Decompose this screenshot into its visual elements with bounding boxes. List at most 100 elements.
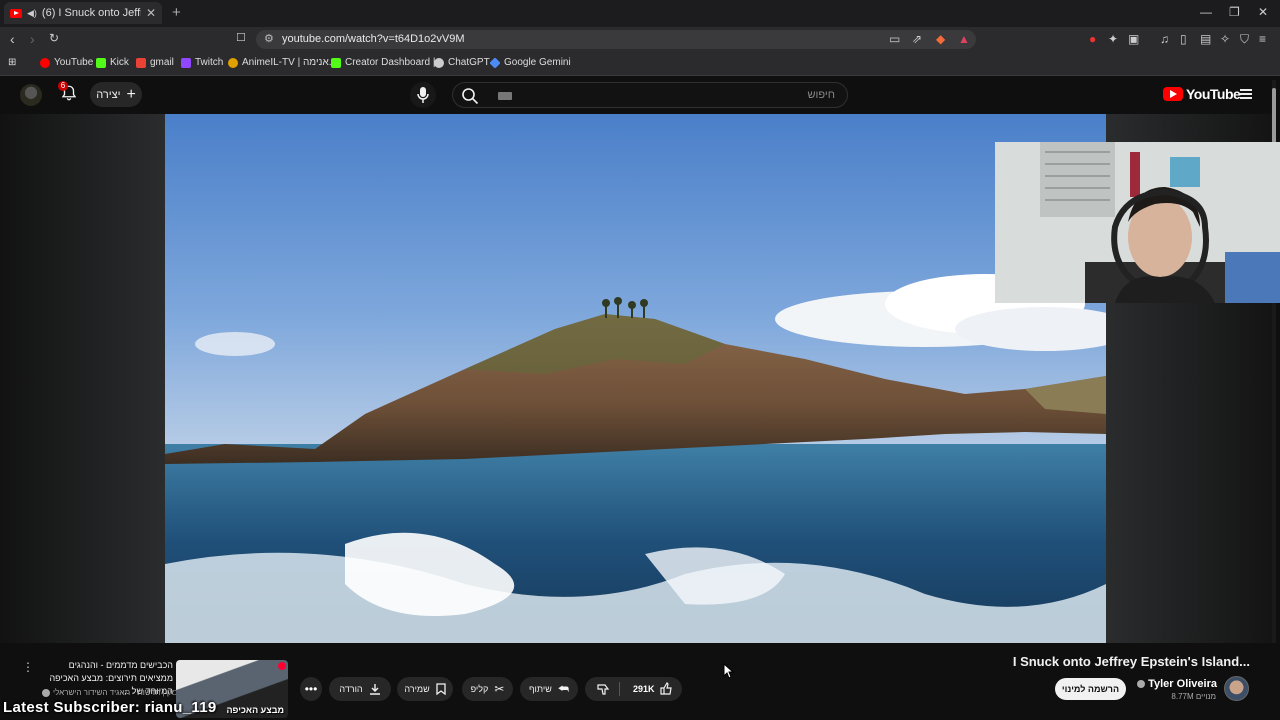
bookmark-kick[interactable]: Kick	[96, 57, 129, 68]
restore-icon[interactable]: ❐	[1229, 5, 1240, 19]
guide-menu-icon[interactable]	[1240, 89, 1252, 99]
more-actions-button[interactable]: •••	[300, 677, 322, 701]
kick-icon	[96, 57, 106, 68]
bookmarks-bar: ⊞ YouTube Kick gmail Twitch AnimeIL-TV |…	[0, 52, 1280, 76]
create-label: יצירה	[96, 88, 121, 101]
bookmark-label: AnimeIL-TV | אנימה...	[242, 57, 337, 68]
voice-search-button[interactable]	[410, 82, 436, 108]
music-icon[interactable]: ♫	[1160, 32, 1169, 46]
like-divider	[619, 682, 620, 696]
create-button[interactable]: יצירה +	[90, 82, 142, 107]
notification-count-badge: 6	[58, 81, 68, 91]
save-button[interactable]: שמירה	[397, 677, 453, 701]
window-close-icon[interactable]: ✕	[1258, 5, 1268, 19]
share-arrow-icon: ⮪	[557, 681, 570, 696]
url-text: youtube.com/watch?v=t64D1o2vV9M	[282, 33, 465, 45]
speaker-icon[interactable]: ◀)	[27, 8, 37, 19]
animeil-icon	[228, 57, 238, 68]
screenshot-icon[interactable]: ▣	[1128, 32, 1139, 46]
like-dislike-group: 291K	[585, 677, 682, 701]
subscriber-count: 8.77M מנויים	[1171, 692, 1216, 701]
verified-icon	[42, 688, 50, 697]
share-label: שיתוף	[528, 684, 552, 694]
bookmark-label: Twitch	[195, 57, 224, 68]
keyboard-icon[interactable]	[498, 92, 512, 100]
vpn-shield-icon[interactable]: ⛉	[1240, 32, 1249, 47]
leo-ai-icon[interactable]: ✧	[1220, 32, 1230, 46]
back-icon[interactable]: ‹	[10, 31, 15, 47]
bookmark-twitch[interactable]: Twitch	[181, 57, 223, 68]
reload-icon[interactable]: ↻	[49, 31, 59, 45]
bookmark-label: Google Gemini	[504, 57, 571, 68]
clip-label: קליפ	[470, 684, 489, 694]
latest-subscriber-overlay: Latest Subscriber: rianu_119	[3, 699, 217, 716]
extension-record-icon[interactable]: ●	[1089, 32, 1096, 46]
more-horiz-icon: •••	[304, 682, 318, 696]
like-count[interactable]: 291K	[633, 684, 655, 694]
bookmark-label: ChatGPT	[448, 57, 490, 68]
dislike-icon[interactable]	[597, 683, 610, 696]
site-info-icon[interactable]: ⚙	[264, 30, 274, 49]
subscribe-button[interactable]: הרשמה למינוי	[1055, 678, 1126, 700]
minimize-icon[interactable]: —	[1200, 5, 1212, 19]
chatgpt-icon	[434, 57, 444, 68]
youtube-play-icon	[1163, 87, 1183, 101]
news-source-label: כאן | חדשות - תאגיד השידור הישראלי	[53, 688, 179, 697]
bookmark-youtube[interactable]: YouTube	[40, 57, 93, 68]
scissors-icon: ✂	[494, 682, 505, 696]
youtube-icon	[40, 57, 50, 68]
twitch-icon	[181, 57, 191, 68]
verified-icon	[1137, 680, 1146, 688]
brave-shield-icon[interactable]: ◆	[936, 32, 945, 46]
like-icon[interactable]	[660, 682, 673, 695]
download-icon	[369, 684, 380, 695]
forward-icon[interactable]: ›	[30, 31, 35, 47]
bookmark-label: YouTube	[54, 57, 94, 68]
share-button[interactable]: שיתוף ⮪	[520, 677, 578, 701]
video-player[interactable]	[165, 114, 1106, 643]
search-input[interactable]: חיפוש	[452, 82, 848, 108]
extensions-icon[interactable]: ✦	[1108, 32, 1118, 46]
download-label: הורדה	[339, 684, 363, 694]
address-bar-row: ‹ › ↻ ☐ ⚙ youtube.com/watch?v=t64D1o2vV9…	[0, 27, 1280, 52]
video-title: I Snuck onto Jeffrey Epstein's Island...	[1012, 654, 1250, 669]
sidebar-icon[interactable]: ▯	[1180, 32, 1187, 46]
download-button[interactable]: הורדה	[329, 677, 391, 701]
microphone-icon	[417, 87, 429, 103]
url-field[interactable]: ⚙ youtube.com/watch?v=t64D1o2vV9M	[256, 30, 976, 49]
youtube-logo[interactable]: YouTube	[1163, 86, 1241, 102]
channel-avatar[interactable]	[1224, 676, 1249, 701]
bookmark-gmail[interactable]: gmail	[136, 57, 174, 68]
search-placeholder: חיפוש	[807, 89, 835, 101]
bookmark-gemini[interactable]: Google Gemini	[489, 56, 571, 69]
youtube-header: 6 יצירה + חיפוש YouTube	[0, 77, 1280, 114]
bookmark-label: gmail	[150, 57, 174, 68]
more-vert-icon[interactable]: ⋮	[22, 660, 34, 674]
browser-menu-icon[interactable]: ≡	[1259, 32, 1266, 46]
apps-grid-icon[interactable]: ⊞	[8, 57, 16, 68]
video-frame	[165, 114, 1106, 643]
account-avatar[interactable]	[20, 84, 42, 106]
bookmark-page-icon[interactable]: ☐	[236, 31, 246, 44]
webcam-image	[995, 142, 1280, 303]
wallet-icon[interactable]: ▤	[1200, 32, 1211, 46]
scrollbar-thumb[interactable]	[1272, 88, 1276, 143]
cast-icon[interactable]: ▭	[889, 32, 900, 46]
channel-name[interactable]: Tyler Oliveira	[1137, 678, 1217, 690]
bookmark-label: Creator Dashboard |...	[345, 57, 444, 68]
bookmark-creator-dashboard[interactable]: Creator Dashboard |...	[331, 57, 444, 68]
ambient-left	[0, 114, 165, 644]
search-icon[interactable]	[461, 87, 479, 105]
bookmark-animeil[interactable]: AnimeIL-TV | אנימה...	[228, 57, 337, 68]
brave-rewards-icon[interactable]: ▲	[958, 32, 970, 46]
bookmark-label: Kick	[110, 57, 129, 68]
channel-name-text: Tyler Oliveira	[1148, 678, 1217, 690]
new-tab-icon[interactable]: +	[172, 4, 181, 21]
bookmark-chatgpt[interactable]: ChatGPT	[434, 57, 490, 68]
youtube-favicon-icon	[10, 8, 22, 18]
share-page-icon[interactable]: ⇗	[912, 32, 922, 46]
browser-tab[interactable]: ◀) (6) I Snuck onto Jeffrey Epste... ✕	[4, 2, 162, 24]
clip-button[interactable]: קליפ ✂	[462, 677, 513, 701]
close-tab-icon[interactable]: ✕	[146, 6, 156, 20]
kick-icon	[331, 57, 341, 68]
